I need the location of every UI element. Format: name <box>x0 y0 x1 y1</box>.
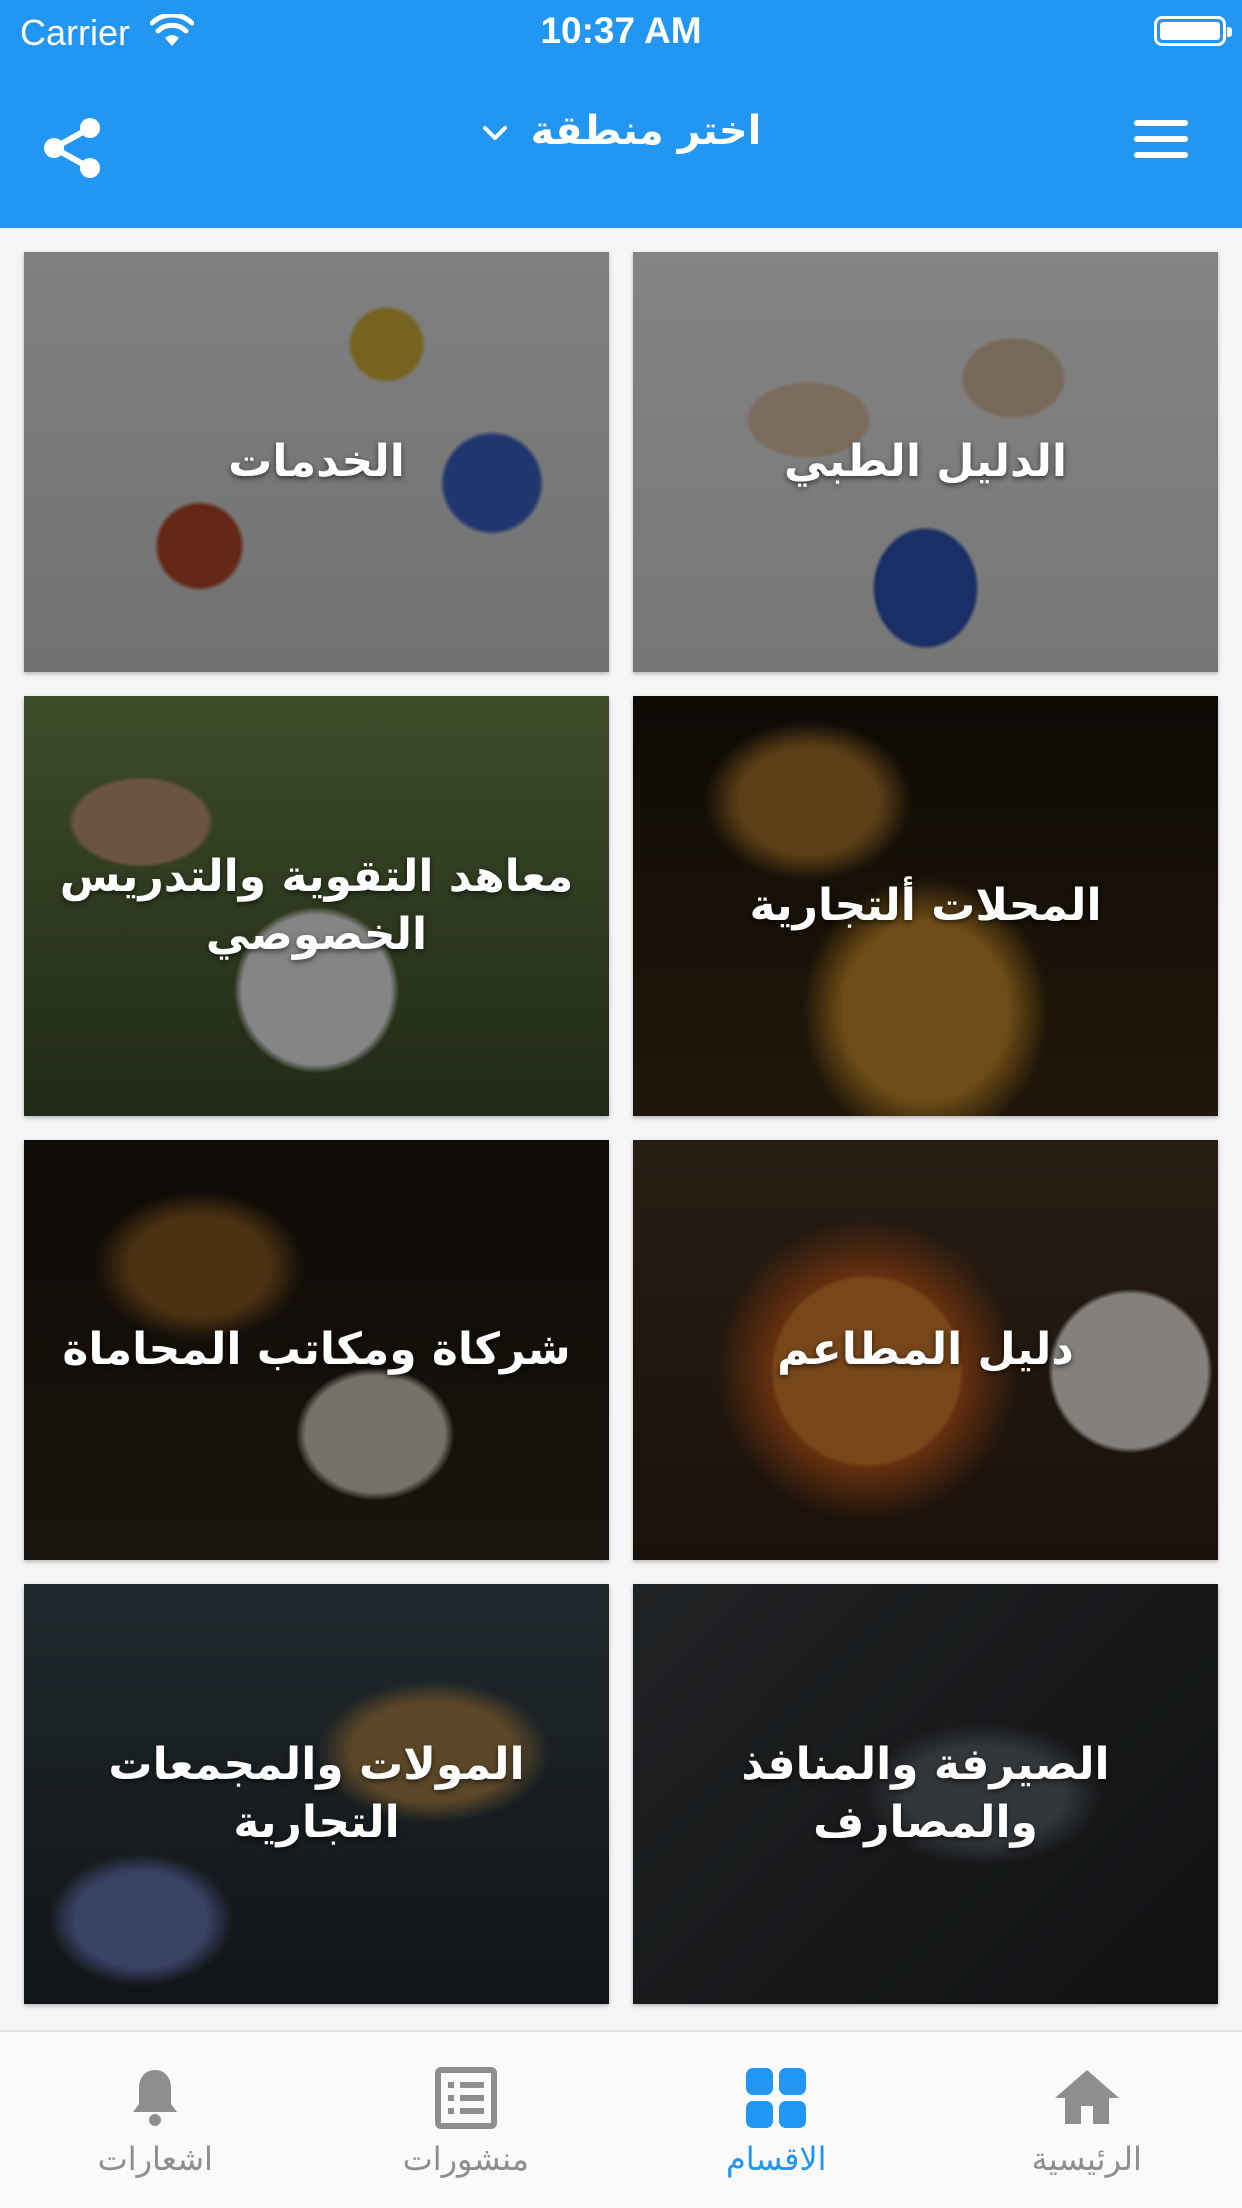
grid-icon <box>746 2068 807 2128</box>
battery-icon <box>1154 16 1232 46</box>
region-selector[interactable]: اختر منطقة <box>0 108 1242 154</box>
tab-label: منشورات <box>402 2140 529 2178</box>
category-label: معاهد التقوية والتدريس الخصوصي <box>59 851 574 960</box>
category-tile-medical[interactable]: الدليل الطبي <box>633 252 1218 672</box>
tab-label: اشعارات <box>97 2140 213 2178</box>
region-selector-label: اختر منطقة <box>530 108 762 154</box>
tab-label: الرئيسية <box>1031 2140 1142 2178</box>
status-time: 10:37 AM <box>540 10 702 51</box>
menu-button[interactable] <box>1134 120 1192 168</box>
category-tile-law-firms[interactable]: شركاة ومكاتب المحاماة <box>24 1140 609 1560</box>
bottom-tab-bar: اشعارات منشورات الاقسام الرئيسية <box>0 2030 1242 2208</box>
category-tile-tutoring[interactable]: معاهد التقوية والتدريس الخصوصي <box>24 696 609 1116</box>
tab-label: الاقسام <box>725 2140 827 2178</box>
tab-categories[interactable]: الاقسام <box>621 2032 932 2208</box>
list-icon <box>434 2067 497 2129</box>
chevron-down-icon <box>482 126 507 140</box>
category-tile-shops[interactable]: المحلات ألتجارية <box>633 696 1218 1116</box>
bell-icon <box>133 2070 178 2126</box>
category-grid: الخدمات الدليل الطبي معاهد التقوية والتد… <box>24 252 1218 2004</box>
category-label: الصيرفة والمنافذ والمصارف <box>741 1739 1110 1848</box>
app-header: Carrier 10:37 AM اختر منطقة <box>0 0 1242 228</box>
category-tile-restaurants[interactable]: دليل المطاعم <box>633 1140 1218 1560</box>
category-label: المحلات ألتجارية <box>749 880 1102 931</box>
category-tile-banks[interactable]: الصيرفة والمنافذ والمصارف <box>633 1584 1218 2004</box>
home-icon <box>1054 2070 1119 2124</box>
category-label: دليل المطاعم <box>777 1324 1074 1375</box>
app-screen: Carrier 10:37 AM اختر منطقة الخدمات الدل… <box>0 0 1242 2208</box>
category-label: المولات والمجمعات التجارية <box>108 1739 525 1848</box>
category-tile-malls[interactable]: المولات والمجمعات التجارية <box>24 1584 609 2004</box>
category-label: الخدمات <box>228 436 405 487</box>
category-tile-services[interactable]: الخدمات <box>24 252 609 672</box>
hamburger-menu-icon <box>1134 120 1192 158</box>
category-label: الدليل الطبي <box>783 436 1068 487</box>
category-label: شركاة ومكاتب المحاماة <box>62 1324 571 1375</box>
tab-home[interactable]: الرئيسية <box>932 2032 1242 2208</box>
tab-notifications[interactable]: اشعارات <box>0 2032 311 2208</box>
nav-bar: اختر منطقة <box>0 62 1242 228</box>
status-bar: Carrier 10:37 AM <box>0 0 1242 62</box>
tab-posts[interactable]: منشورات <box>311 2032 622 2208</box>
